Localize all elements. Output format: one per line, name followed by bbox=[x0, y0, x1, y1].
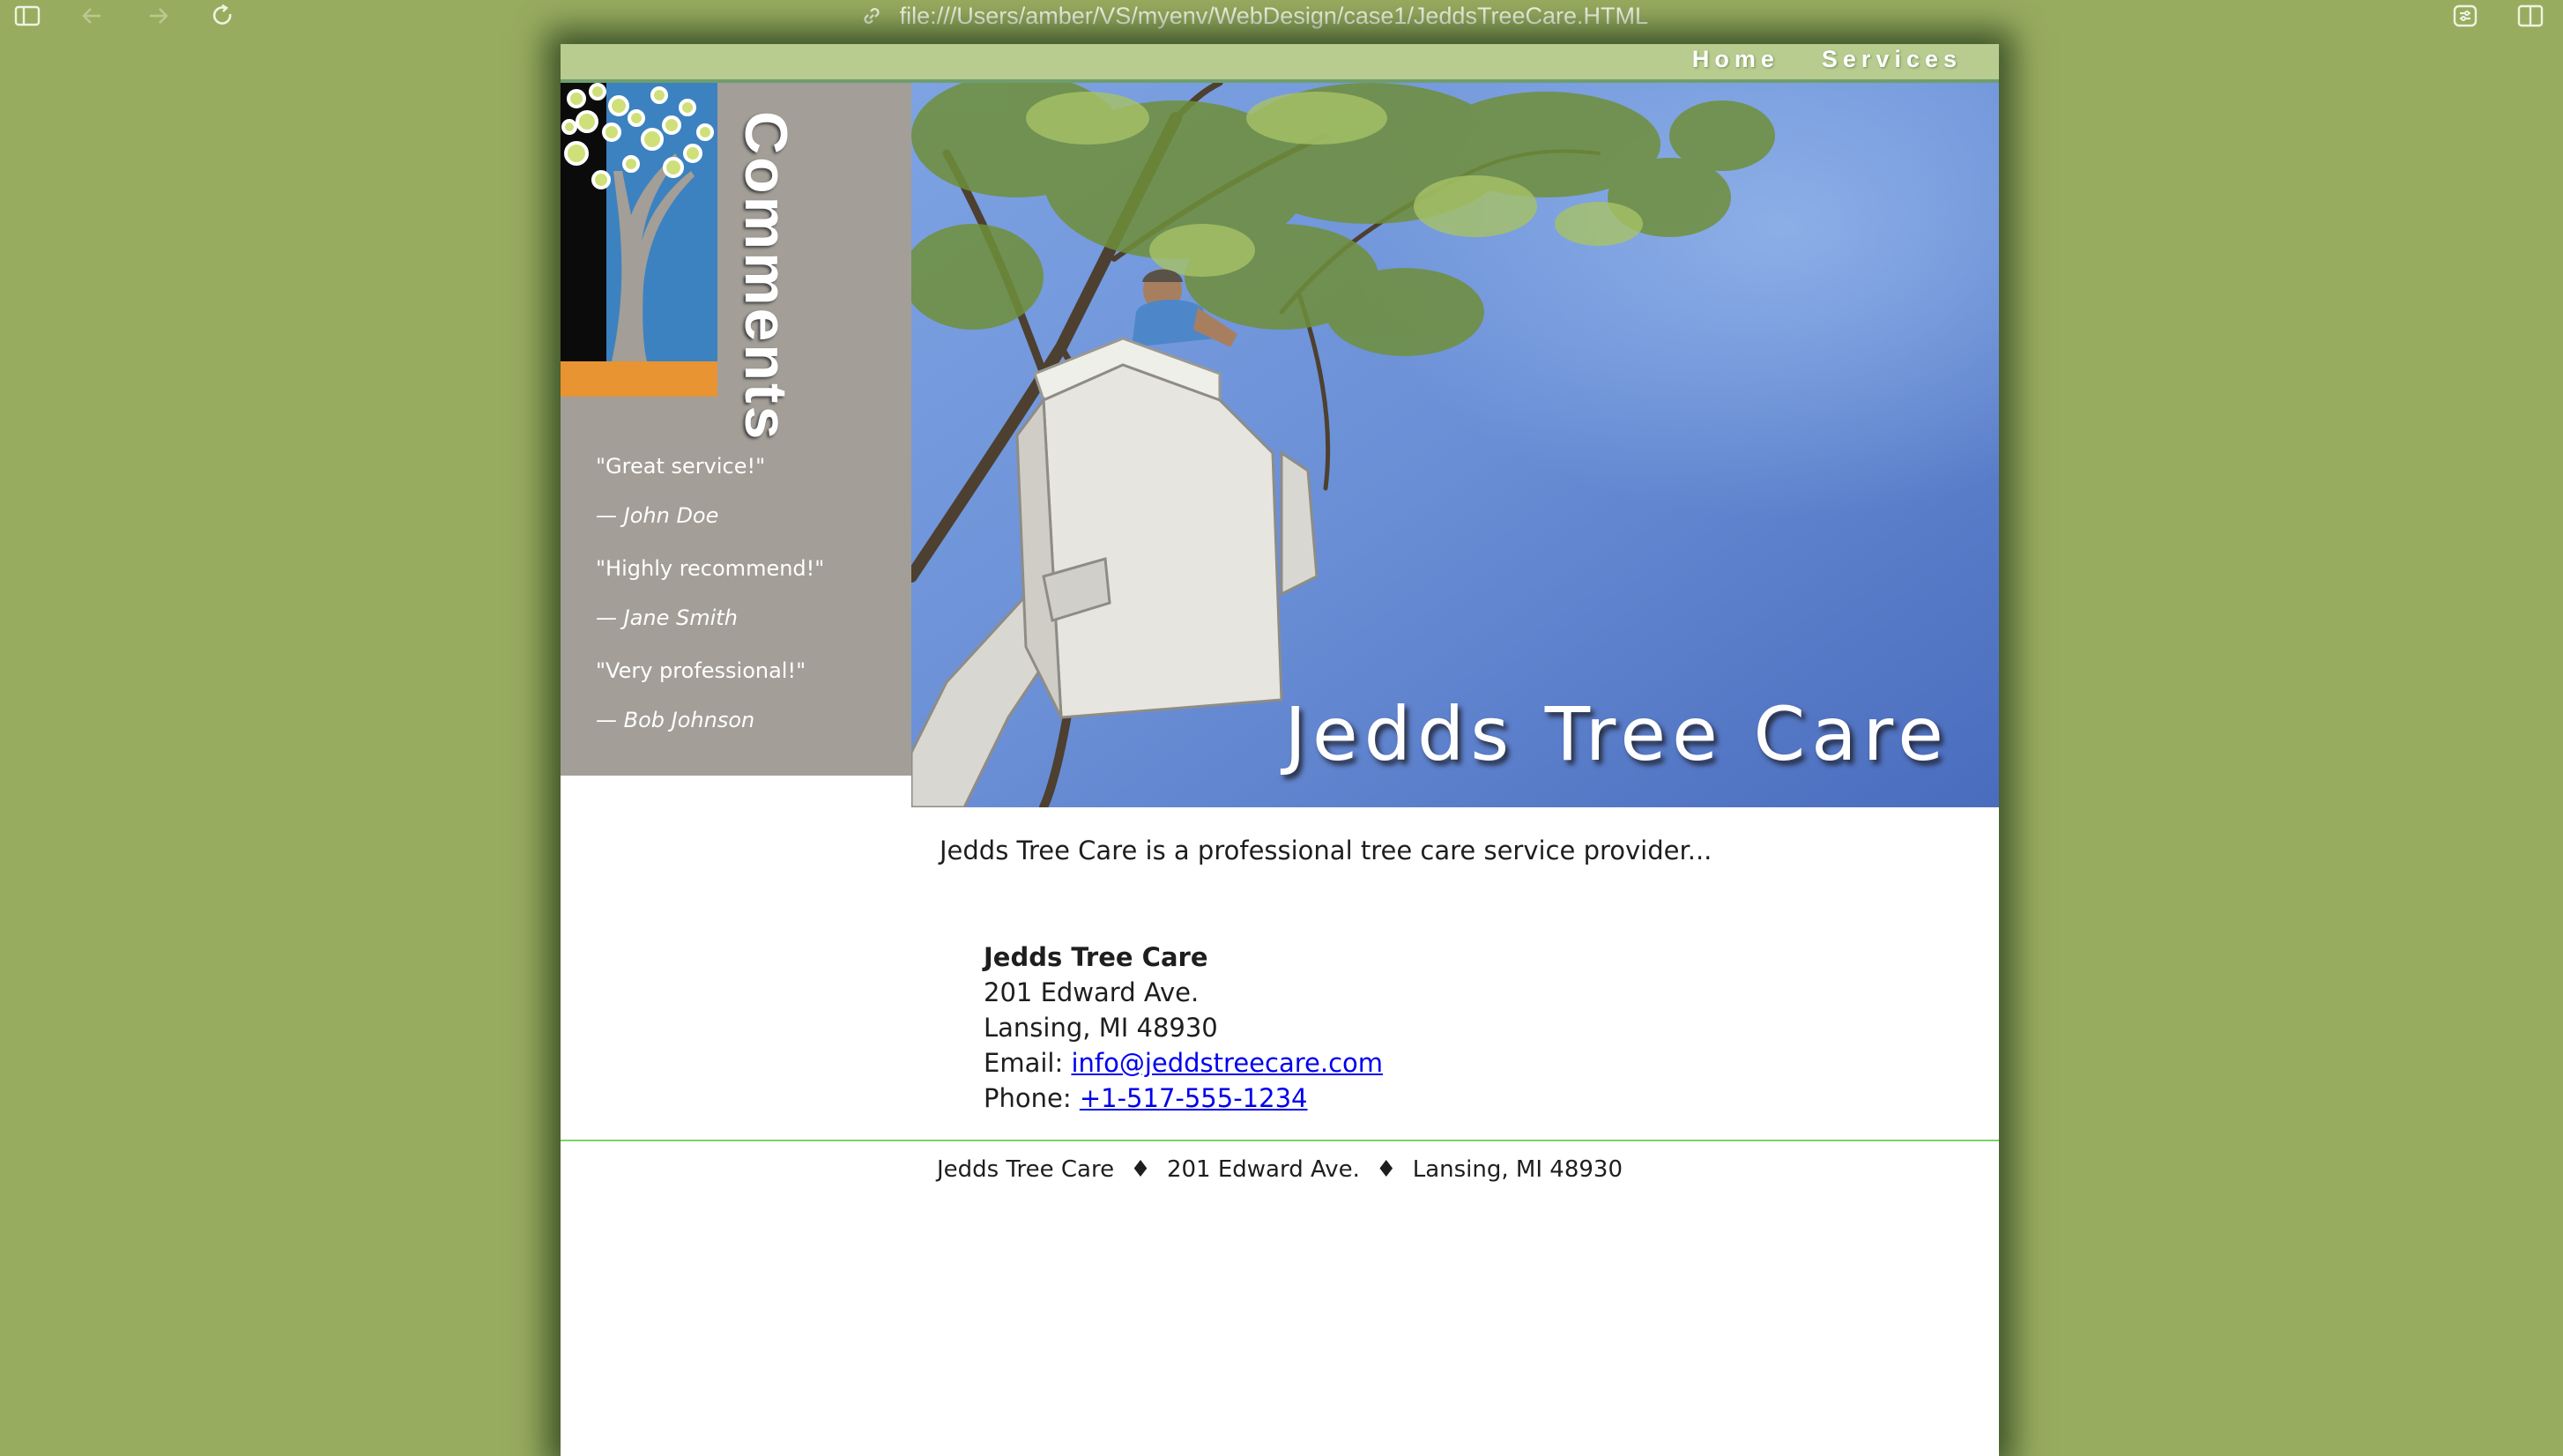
page-footer: Jedds Tree Care ♦ 201 Edward Ave. ♦ Lans… bbox=[561, 1156, 1999, 1183]
email-link[interactable]: info@jeddstreecare.com bbox=[1071, 1048, 1383, 1078]
web-page: Home Services Comments "Great service!" … bbox=[561, 44, 1999, 1456]
hero-title: Jedds Tree Care bbox=[1284, 691, 1950, 777]
sidebar-icon[interactable] bbox=[14, 4, 41, 28]
tree-logo: Comments bbox=[561, 83, 911, 442]
phone-link[interactable]: +1-517-555-1234 bbox=[1080, 1083, 1308, 1113]
diamond-icon: ♦ bbox=[1376, 1156, 1397, 1183]
nav-link-services[interactable]: Services bbox=[1822, 44, 1962, 79]
extensions-icon[interactable] bbox=[2452, 4, 2478, 28]
phone-row: Phone: +1-517-555-1234 bbox=[984, 1081, 1383, 1116]
forward-arrow-icon[interactable] bbox=[145, 4, 171, 28]
phone-label: Phone: bbox=[984, 1083, 1072, 1113]
hero-banner: Jedds Tree Care bbox=[911, 83, 1999, 807]
comments-list: "Great service!" — John Doe "Highly reco… bbox=[596, 453, 895, 760]
browser-toolbar: file:///Users/amber/VS/myenv/WebDesign/c… bbox=[0, 0, 2563, 32]
footer-street: 201 Edward Ave. bbox=[1166, 1156, 1360, 1183]
nav-link-home[interactable]: Home bbox=[1692, 44, 1779, 79]
footer-city: Lansing, MI 48930 bbox=[1412, 1156, 1623, 1183]
diamond-icon: ♦ bbox=[1130, 1156, 1151, 1183]
email-row: Email: info@jeddstreecare.com bbox=[984, 1045, 1383, 1081]
address-bar[interactable]: file:///Users/amber/VS/myenv/WebDesign/c… bbox=[860, 0, 1648, 32]
intro-text: Jedds Tree Care is a professional tree c… bbox=[940, 836, 1712, 865]
back-arrow-icon[interactable] bbox=[79, 4, 106, 28]
contact-address: Jedds Tree Care 201 Edward Ave. Lansing,… bbox=[984, 940, 1383, 1116]
comments-heading: Comments bbox=[732, 111, 799, 442]
comment-author: — Bob Johnson bbox=[596, 708, 755, 732]
top-nav-bar: Home Services bbox=[561, 44, 1999, 83]
link-icon bbox=[860, 5, 889, 29]
comment-author: — Jane Smith bbox=[596, 605, 738, 630]
url-text: file:///Users/amber/VS/myenv/WebDesign/c… bbox=[899, 3, 1648, 29]
comment-quote: "Great service!" bbox=[596, 454, 766, 479]
comment-quote: "Highly recommend!" bbox=[596, 556, 825, 581]
main-nav: Home Services bbox=[1692, 44, 1962, 79]
email-label: Email: bbox=[984, 1048, 1064, 1078]
city-state-zip: Lansing, MI 48930 bbox=[984, 1013, 1218, 1043]
comments-sidebar: Comments "Great service!" — John Doe "Hi… bbox=[561, 83, 911, 776]
comment-author: — John Doe bbox=[596, 503, 719, 528]
footer-divider bbox=[561, 1140, 1999, 1141]
reload-icon[interactable] bbox=[210, 4, 236, 28]
business-name: Jedds Tree Care bbox=[984, 942, 1208, 972]
comment-quote: "Very professional!" bbox=[596, 658, 806, 683]
split-view-icon[interactable] bbox=[2517, 4, 2544, 28]
street-address: 201 Edward Ave. bbox=[984, 977, 1200, 1007]
footer-business-name: Jedds Tree Care bbox=[936, 1156, 1115, 1183]
